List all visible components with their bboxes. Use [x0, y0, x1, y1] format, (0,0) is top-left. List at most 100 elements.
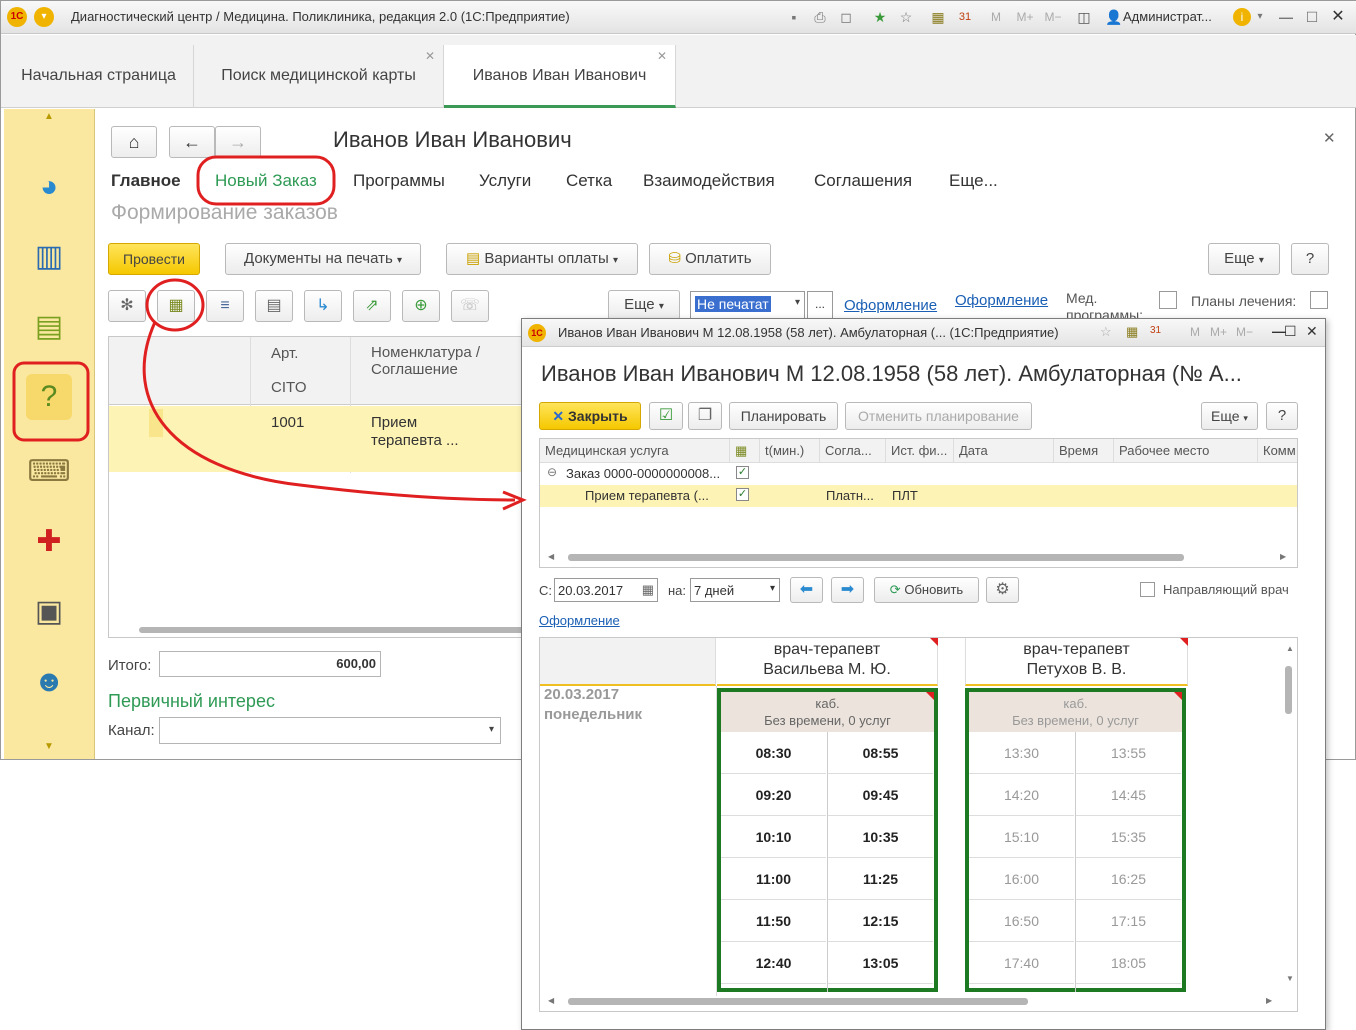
- calculator-icon[interactable]: ▦: [929, 8, 947, 26]
- scroll-right-icon[interactable]: ▶: [1266, 996, 1272, 1005]
- time-slot[interactable]: 08:30: [721, 732, 826, 774]
- time-slot[interactable]: 09:20: [721, 774, 826, 816]
- header-date[interactable]: Дата: [954, 439, 1054, 463]
- pay-button[interactable]: ⛁ Оплатить: [649, 243, 771, 275]
- header-comment[interactable]: Комм: [1258, 439, 1297, 463]
- period-select[interactable]: 7 дней ▾: [690, 578, 780, 602]
- preview-icon[interactable]: ◻: [837, 8, 855, 26]
- header-art[interactable]: Арт.: [271, 345, 298, 362]
- time-slot[interactable]: 11:25: [828, 858, 933, 900]
- time-slot[interactable]: 17:40: [969, 942, 1074, 984]
- maximize-icon[interactable]: ☐: [1303, 8, 1321, 26]
- home-button[interactable]: ⌂: [111, 126, 157, 158]
- time-slot[interactable]: 15:10: [969, 816, 1074, 858]
- header-workplace[interactable]: Рабочее место: [1114, 439, 1258, 463]
- header-cito[interactable]: CITO: [271, 379, 307, 396]
- close-tab-icon[interactable]: ✕: [425, 49, 435, 63]
- close-dialog-icon[interactable]: ✕: [1306, 323, 1318, 340]
- dialog-help-button[interactable]: ?: [1266, 402, 1298, 430]
- time-slot[interactable]: 09:45: [828, 774, 933, 816]
- time-slot[interactable]: 17:15: [1076, 900, 1181, 942]
- forward-button[interactable]: →: [215, 126, 261, 158]
- folders-icon[interactable]: ▤: [26, 304, 72, 350]
- horizontal-scrollbar[interactable]: [139, 627, 529, 633]
- time-slot[interactable]: 12:40: [721, 942, 826, 984]
- close-button[interactable]: ✕ Закрыть: [539, 402, 641, 430]
- nav-more[interactable]: Еще...: [949, 171, 998, 191]
- horizontal-scrollbar[interactable]: [568, 998, 1028, 1005]
- vertical-scrollbar[interactable]: [1285, 666, 1292, 714]
- header-duration[interactable]: t(мин.): [760, 439, 820, 463]
- next-period-icon[interactable]: ➡: [831, 577, 864, 603]
- row-checkbox[interactable]: ✓: [736, 488, 749, 501]
- favorites-icon[interactable]: ☆: [1100, 324, 1112, 340]
- memory-plus-icon[interactable]: M+: [1013, 8, 1037, 26]
- info-icon[interactable]: i: [1233, 8, 1251, 26]
- from-date-field[interactable]: 20.03.2017 ▦: [554, 578, 658, 602]
- document-icon[interactable]: ▤: [255, 290, 293, 322]
- dropdown-arrow-icon[interactable]: ▾: [795, 297, 800, 308]
- more-button-secondary[interactable]: Еще ▾: [608, 290, 680, 320]
- favorites-icon[interactable]: ★: [871, 8, 889, 26]
- time-slot[interactable]: 13:55: [1076, 732, 1181, 774]
- post-button[interactable]: Провести: [108, 243, 200, 275]
- time-slot[interactable]: 14:45: [1076, 774, 1181, 816]
- design-link-1[interactable]: Оформление: [844, 297, 937, 314]
- previous-period-icon[interactable]: ⬅: [790, 577, 823, 603]
- nav-main[interactable]: Главное: [111, 171, 181, 191]
- close-form-icon[interactable]: ✕: [1323, 129, 1336, 147]
- nav-services[interactable]: Услуги: [479, 171, 531, 191]
- horizontal-scrollbar[interactable]: [568, 554, 1184, 561]
- copy-icon[interactable]: ❐: [688, 402, 722, 430]
- maximize-icon[interactable]: ☐: [1284, 323, 1297, 340]
- minimize-icon[interactable]: —: [1277, 8, 1295, 26]
- med-programs-checkbox[interactable]: [1159, 291, 1177, 309]
- tab-patient[interactable]: Иванов Иван Иванович ✕: [444, 45, 676, 108]
- app-logo-icon[interactable]: 1С: [7, 7, 27, 27]
- analytics-chart-icon[interactable]: ◕: [26, 164, 72, 210]
- contact-icon[interactable]: ☏: [451, 290, 489, 322]
- time-slot[interactable]: 08:55: [828, 732, 933, 774]
- tab-search-card[interactable]: Поиск медицинской карты ✕: [194, 45, 444, 108]
- doctor-header[interactable]: врач-терапевт Васильева М. Ю.: [717, 638, 938, 686]
- tab-home[interactable]: Начальная страница: [4, 45, 194, 108]
- dialog-more-button[interactable]: Еще ▾: [1201, 402, 1258, 430]
- sparkle-icon[interactable]: ✻: [108, 290, 146, 322]
- first-aid-icon[interactable]: ✚: [26, 519, 72, 565]
- print-documents-button[interactable]: Документы на печать ▾: [225, 243, 421, 275]
- scroll-up-icon[interactable]: ▲: [1286, 644, 1294, 653]
- time-slot[interactable]: 13:30: [969, 732, 1074, 774]
- more-button[interactable]: Еще ▾: [1208, 243, 1280, 275]
- time-slot[interactable]: 18:05: [1076, 942, 1181, 984]
- header-check-icon[interactable]: ▦: [730, 439, 760, 463]
- schedule-grid-icon[interactable]: ▦: [157, 290, 195, 322]
- time-slot[interactable]: 11:00: [721, 858, 826, 900]
- doctor-header[interactable]: врач-терапевт Петухов В. В.: [965, 638, 1188, 686]
- select-ellipsis-button[interactable]: ...: [807, 291, 833, 319]
- scroll-left-icon[interactable]: ◀: [548, 996, 554, 1005]
- print-icon[interactable]: ⎙: [811, 8, 829, 26]
- help-button[interactable]: ?: [1291, 243, 1329, 275]
- treatment-plans-checkbox[interactable]: [1310, 291, 1328, 309]
- close-tab-icon[interactable]: ✕: [657, 49, 667, 63]
- scroll-right-icon[interactable]: ▶: [1280, 552, 1286, 561]
- time-slot[interactable]: 14:20: [969, 774, 1074, 816]
- calculator-icon[interactable]: ▦: [1126, 324, 1138, 340]
- time-slot[interactable]: 12:15: [828, 900, 933, 942]
- panels-icon[interactable]: ◫: [1075, 8, 1093, 26]
- building-icon[interactable]: ▥: [26, 234, 72, 280]
- scroll-left-icon[interactable]: ◀: [548, 552, 554, 561]
- nav-grid[interactable]: Сетка: [566, 171, 612, 191]
- print-mode-select[interactable]: Не печатат ▾: [690, 291, 805, 319]
- app-menu-icon[interactable]: ▾: [34, 7, 54, 27]
- payment-options-button[interactable]: ▤ Варианты оплаты ▾: [446, 243, 638, 275]
- clipboard-question-icon[interactable]: ?: [26, 374, 72, 420]
- header-source[interactable]: Ист. фи...: [886, 439, 954, 463]
- memory-minus-icon[interactable]: M−: [1041, 8, 1065, 26]
- nav-new-order[interactable]: Новый Заказ: [215, 171, 317, 191]
- collapse-icon[interactable]: ⊖: [547, 465, 557, 479]
- arrow-down-right-icon[interactable]: ↳: [304, 290, 342, 322]
- nav-programs[interactable]: Программы: [353, 171, 445, 191]
- header-service[interactable]: Медицинская услуга: [540, 439, 730, 463]
- refresh-button[interactable]: ⟳ Обновить: [874, 577, 979, 603]
